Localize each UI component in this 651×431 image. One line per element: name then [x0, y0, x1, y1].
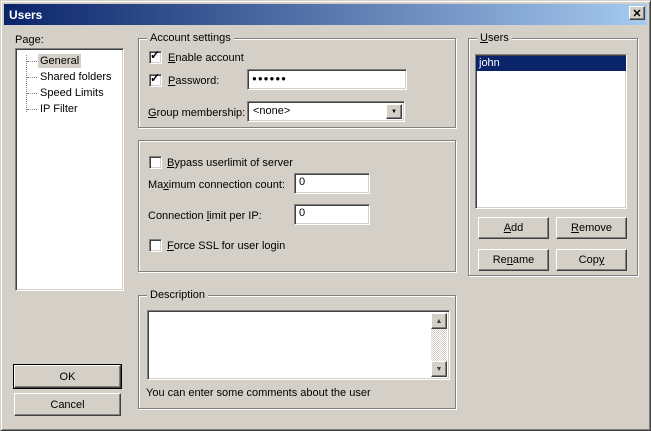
max-connection-count-label: Maximum connection count: — [148, 178, 285, 192]
password-label[interactable]: Password: — [168, 74, 219, 88]
bypass-userlimit-checkbox[interactable]: ✓ — [149, 156, 162, 169]
description-textarea[interactable]: ▲ ▼ — [147, 310, 450, 380]
chevron-down-icon: ▼ — [391, 109, 397, 115]
account-settings-title: Account settings — [147, 31, 234, 45]
page-label: Page: — [15, 33, 44, 47]
tree-item-ip-filter[interactable]: IP Filter — [16, 101, 123, 117]
users-group: Users john Add Remove Rename Copy — [468, 38, 638, 276]
tree-item-shared-folders[interactable]: Shared folders — [16, 69, 123, 85]
checkmark-icon: ✓ — [150, 48, 160, 62]
list-item-john[interactable]: john — [476, 56, 626, 71]
window-title: Users — [9, 8, 42, 22]
enable-account-checkbox[interactable]: ✓ — [149, 51, 162, 64]
description-group: Description ▲ ▼ You can enter some comme… — [138, 295, 456, 409]
scroll-up-icon: ▲ — [436, 318, 443, 325]
titlebar: Users ✕ — [4, 4, 647, 25]
connection-limits-group: ✓ Bypass userlimit of server Maximum con… — [138, 140, 456, 272]
scroll-down-button[interactable]: ▼ — [431, 361, 447, 377]
remove-button[interactable]: Remove — [556, 217, 627, 239]
tree-item-speed-limits[interactable]: Speed Limits — [16, 85, 123, 101]
rename-button[interactable]: Rename — [478, 249, 549, 271]
users-group-title: Users — [477, 31, 512, 45]
connection-limit-per-ip-input[interactable]: 0 — [294, 204, 370, 225]
page-tree[interactable]: General Shared folders Speed Limits IP F… — [15, 48, 124, 291]
dropdown-button[interactable]: ▼ — [386, 104, 402, 119]
description-hint: You can enter some comments about the us… — [146, 386, 371, 400]
password-input[interactable]: ●●●●●● — [247, 69, 407, 90]
copy-button[interactable]: Copy — [556, 249, 627, 271]
scroll-down-icon: ▼ — [436, 366, 443, 373]
force-ssl-label[interactable]: Force SSL for user login — [167, 239, 285, 253]
scroll-up-button[interactable]: ▲ — [431, 313, 447, 329]
close-icon: ✕ — [632, 7, 641, 20]
add-button[interactable]: Add — [478, 217, 549, 239]
account-settings-group: Account settings ✓ Enable account ✓ Pass… — [138, 38, 456, 128]
enable-account-label[interactable]: Enable account — [168, 51, 244, 65]
scrollbar[interactable]: ▲ ▼ — [431, 313, 447, 377]
force-ssl-checkbox[interactable]: ✓ — [149, 239, 162, 252]
users-list[interactable]: john — [475, 54, 627, 209]
group-membership-value: <none> — [250, 104, 386, 119]
connection-limit-per-ip-label: Connection limit per IP: — [148, 209, 262, 223]
max-connection-count-input[interactable]: 0 — [294, 173, 370, 194]
tree-item-general[interactable]: General — [16, 53, 123, 69]
ok-button[interactable]: OK — [14, 365, 121, 388]
close-button[interactable]: ✕ — [629, 6, 645, 20]
users-dialog: Users ✕ Page: General Shared folders Spe… — [0, 0, 651, 431]
checkmark-icon: ✓ — [150, 71, 160, 85]
bypass-userlimit-label[interactable]: Bypass userlimit of server — [167, 156, 293, 170]
group-membership-select[interactable]: <none> ▼ — [247, 101, 405, 122]
description-title: Description — [147, 288, 208, 302]
password-checkbox[interactable]: ✓ — [149, 74, 162, 87]
cancel-button[interactable]: Cancel — [14, 393, 121, 416]
group-membership-label: Group membership: — [148, 106, 245, 120]
